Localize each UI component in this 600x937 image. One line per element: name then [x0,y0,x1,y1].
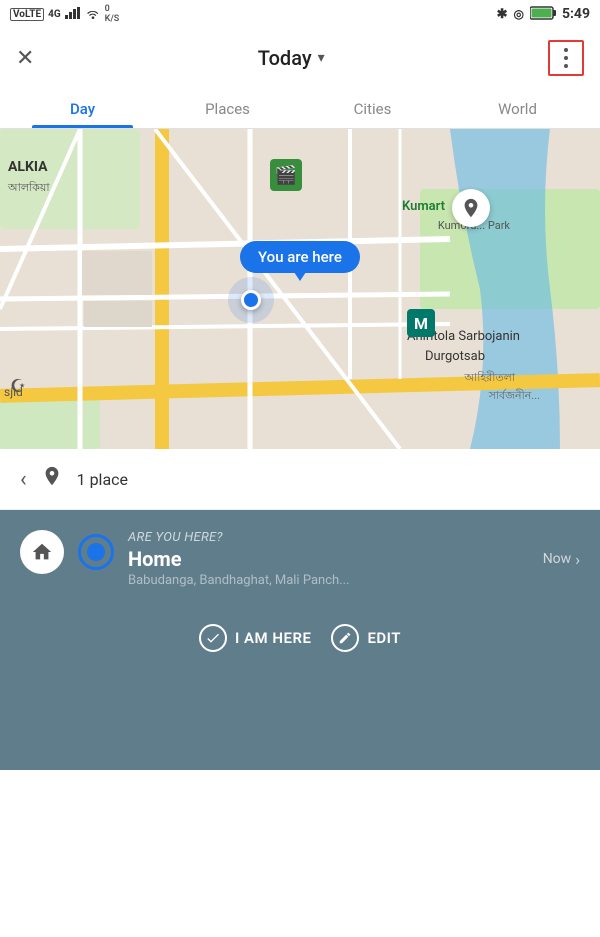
kumar-label: Kumart [402,199,445,214]
back-button[interactable]: ‹ [20,467,27,492]
location-address: Babudanga, Bandhaghat, Mali Panch... [128,573,580,588]
blue-dot-inner [87,543,105,561]
sarbojanin-bangla: সার্বজনীন... [489,387,540,406]
tab-places[interactable]: Places [155,88,300,128]
more-options-button[interactable] [548,40,584,76]
status-bar: VoLTE 4G 0K/S ✱ ◎ 5:49 [0,0,600,28]
places-count-label: 1 place [77,470,128,489]
you-are-here-bubble: You are here [240,241,360,273]
top-bar: ✕ Today ▾ [0,28,600,88]
kumoru-park-pin [452,189,490,227]
ahiritola-bangla: আহিরীতলা [464,369,515,388]
menu-dot-2 [564,56,568,60]
battery-icon [530,6,556,23]
time-label: 5:49 [562,6,590,22]
durgotsab-label: Durgotsab [425,349,485,364]
status-right: ✱ ◎ 5:49 [497,6,590,23]
menu-dot-3 [564,64,568,68]
i-am-here-button[interactable]: I AM HERE [199,624,311,652]
chevron-right-icon[interactable]: › [575,550,580,569]
location-icon: ◎ [513,7,523,21]
edit-button[interactable]: EDIT [331,624,401,652]
status-left: VoLTE 4G 0K/S [10,4,119,24]
wifi-icon [85,7,101,22]
edit-icon [331,624,359,652]
location-item: ARE YOU HERE? Home Now › Babudanga, Band… [20,530,580,604]
title-text: Today [258,46,312,70]
action-buttons-row: I AM HERE EDIT [20,604,580,676]
metro-symbol: M [414,314,428,333]
tab-bar: Day Places Cities World [0,88,600,129]
tab-day[interactable]: Day [10,88,155,128]
signal-bars [65,7,81,22]
title-arrow: ▾ [318,50,325,66]
current-location-dot [241,290,261,310]
location-name-row: Home Now › [128,547,580,571]
alkia-bangla-label: আলকিয়া [8,179,50,198]
alkia-label: ALKIA [8,159,48,175]
places-summary-bar: ‹ 1 place [0,449,600,510]
top-bar-title: Today ▾ [258,46,325,70]
svg-text:🎬: 🎬 [275,164,297,186]
bluetooth-icon: ✱ [497,7,508,22]
metro-icon: M [407,309,435,337]
menu-dot-1 [564,48,568,52]
location-time: Now › [543,550,580,569]
mosque-icon: ☪ [10,376,26,397]
location-blue-dot [78,534,114,570]
check-icon [199,624,227,652]
volte-label: VoLTE [10,8,44,21]
tab-world[interactable]: World [445,88,590,128]
location-name: Home [128,547,182,571]
location-info: ARE YOU HERE? Home Now › Babudanga, Band… [128,530,580,588]
map-view[interactable]: 🎬 ALKIA আলকিয়া Kumart Kumoru... Park Ah… [0,129,600,449]
close-button[interactable]: ✕ [16,46,34,71]
home-icon-circle [20,530,64,574]
location-card: ARE YOU HERE? Home Now › Babudanga, Band… [0,510,600,770]
data-speed: 0K/S [105,4,120,24]
pin-icon [41,465,63,493]
tab-cities[interactable]: Cities [300,88,445,128]
are-you-here-label: ARE YOU HERE? [128,530,580,545]
signal-4g: 4G [48,9,61,20]
